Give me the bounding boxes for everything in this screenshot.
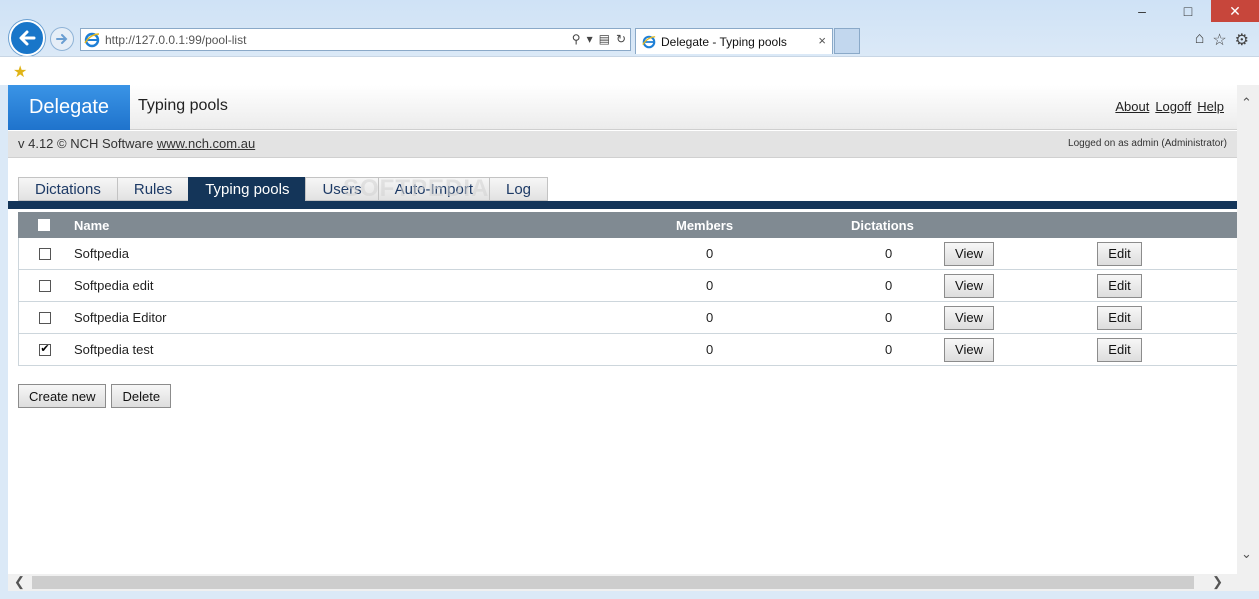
dictations-count: 0: [885, 278, 893, 293]
pool-name: Softpedia: [74, 246, 129, 261]
close-window-icon[interactable]: ✕: [1211, 0, 1259, 22]
edit-button[interactable]: Edit: [1097, 273, 1142, 298]
scroll-left-icon[interactable]: ❮: [14, 574, 25, 590]
refresh-icon[interactable]: ↻: [616, 32, 626, 46]
row-checkbox[interactable]: [39, 311, 51, 324]
url-text: http://127.0.0.1:99/pool-list: [105, 32, 247, 47]
maximize-icon[interactable]: □: [1165, 0, 1211, 22]
edit-button[interactable]: Edit: [1097, 241, 1142, 266]
favorites-bar: ★: [0, 56, 1259, 85]
row-checkbox-checked[interactable]: ✔: [39, 343, 51, 356]
table-header: Name Members Dictations: [18, 212, 1237, 238]
delete-button[interactable]: Delete: [111, 384, 172, 408]
dictations-count: 0: [885, 342, 893, 357]
view-button[interactable]: View: [944, 273, 994, 298]
tab-close-icon[interactable]: ×: [818, 33, 826, 48]
row-checkbox[interactable]: [39, 279, 51, 292]
compat-view-icon[interactable]: ▤: [599, 32, 610, 46]
page-viewport: Delegate Typing pools About Logoff Help …: [8, 85, 1237, 574]
logged-on-status: Logged on as admin (Administrator): [1068, 138, 1227, 149]
address-bar[interactable]: http://127.0.0.1:99/pool-list ⚲ ▾ ▤ ↻: [80, 28, 631, 51]
home-icon[interactable]: ⌂: [1195, 30, 1205, 50]
edit-button[interactable]: Edit: [1097, 305, 1142, 330]
create-new-button[interactable]: Create new: [18, 384, 107, 408]
scroll-right-icon[interactable]: ❯: [1212, 574, 1223, 590]
back-button[interactable]: [9, 20, 45, 56]
logoff-link[interactable]: Logoff: [1155, 99, 1191, 114]
version-info: v 4.12 © NCH Software www.nch.com.au: [18, 136, 255, 151]
vertical-scrollbar[interactable]: ⌃ ⌄: [1237, 85, 1259, 574]
edit-button[interactable]: Edit: [1097, 337, 1142, 362]
col-name: Name: [74, 217, 110, 233]
table-row: ✔ Softpedia test 0 0 View Edit: [18, 334, 1237, 366]
add-favorite-icon[interactable]: ★: [13, 62, 27, 82]
pool-name: Softpedia test: [74, 342, 154, 357]
members-count: 0: [706, 310, 714, 325]
view-button[interactable]: View: [944, 305, 994, 330]
forward-arrow-icon: [56, 34, 68, 44]
brand-logo[interactable]: Delegate: [8, 85, 130, 130]
window-controls: – □ ✕: [1119, 0, 1259, 22]
table-row: Softpedia Editor 0 0 View Edit: [18, 302, 1237, 334]
minimize-icon[interactable]: –: [1119, 0, 1165, 22]
tab-dictations[interactable]: Dictations: [18, 177, 117, 201]
browser-chrome: http://127.0.0.1:99/pool-list ⚲ ▾ ▤ ↻ De…: [0, 0, 1259, 85]
view-button[interactable]: View: [944, 241, 994, 266]
table-row: Softpedia edit 0 0 View Edit: [18, 270, 1237, 302]
tab-title: Delegate - Typing pools: [661, 34, 787, 49]
ie-logo-icon: [84, 32, 100, 47]
top-links: About Logoff Help: [1115, 99, 1224, 114]
forward-button[interactable]: [50, 27, 74, 51]
page-title: Typing pools: [138, 97, 228, 114]
horizontal-scroll-thumb[interactable]: [32, 576, 1194, 589]
browser-tab[interactable]: Delegate - Typing pools ×: [635, 28, 833, 54]
app-header: Delegate Typing pools About Logoff Help: [8, 85, 1237, 130]
table-row: Softpedia 0 0 View Edit: [18, 238, 1237, 270]
tab-ie-icon: [642, 35, 656, 48]
browser-tools: ⌂ ☆ ⚙: [1195, 30, 1249, 50]
dictations-count: 0: [885, 246, 893, 261]
view-button[interactable]: View: [944, 337, 994, 362]
dictations-count: 0: [885, 310, 893, 325]
info-bar: v 4.12 © NCH Software www.nch.com.au Log…: [8, 131, 1237, 158]
pool-name: Softpedia Editor: [74, 310, 167, 325]
window-border-bottom: [0, 591, 1259, 599]
back-arrow-icon: [19, 30, 36, 46]
tab-underline: [8, 201, 1237, 209]
scroll-down-icon[interactable]: ⌄: [1241, 546, 1252, 562]
col-dictations: Dictations: [851, 217, 914, 233]
members-count: 0: [706, 278, 714, 293]
scrollbar-corner: [1237, 574, 1259, 591]
select-all-checkbox[interactable]: [38, 219, 50, 231]
about-link[interactable]: About: [1115, 99, 1149, 114]
pool-name: Softpedia edit: [74, 278, 154, 293]
row-checkbox[interactable]: [39, 247, 51, 260]
tab-rules[interactable]: Rules: [116, 177, 189, 201]
tab-typing-pools[interactable]: Typing pools: [188, 177, 306, 201]
new-tab-button[interactable]: [834, 28, 860, 54]
help-link[interactable]: Help: [1197, 99, 1224, 114]
members-count: 0: [706, 342, 714, 357]
horizontal-scrollbar[interactable]: ❮ ❯: [8, 574, 1237, 591]
vendor-link[interactable]: www.nch.com.au: [157, 136, 255, 151]
version-text: v 4.12 © NCH Software: [18, 136, 157, 151]
col-members: Members: [676, 217, 734, 233]
watermark: SOFTPEDIA: [343, 175, 490, 202]
search-icon[interactable]: ⚲: [572, 32, 581, 46]
window-border-left: [0, 85, 8, 599]
table-actions: Create new Delete: [18, 384, 172, 408]
pools-table: Name Members Dictations Softpedia 0 0 Vi…: [18, 212, 1237, 366]
tab-log[interactable]: Log: [489, 177, 549, 201]
scroll-up-icon[interactable]: ⌃: [1241, 95, 1252, 111]
settings-gear-icon[interactable]: ⚙: [1235, 30, 1249, 50]
members-count: 0: [706, 246, 714, 261]
favorites-star-icon[interactable]: ☆: [1212, 30, 1226, 50]
dropdown-icon[interactable]: ▾: [587, 32, 593, 46]
